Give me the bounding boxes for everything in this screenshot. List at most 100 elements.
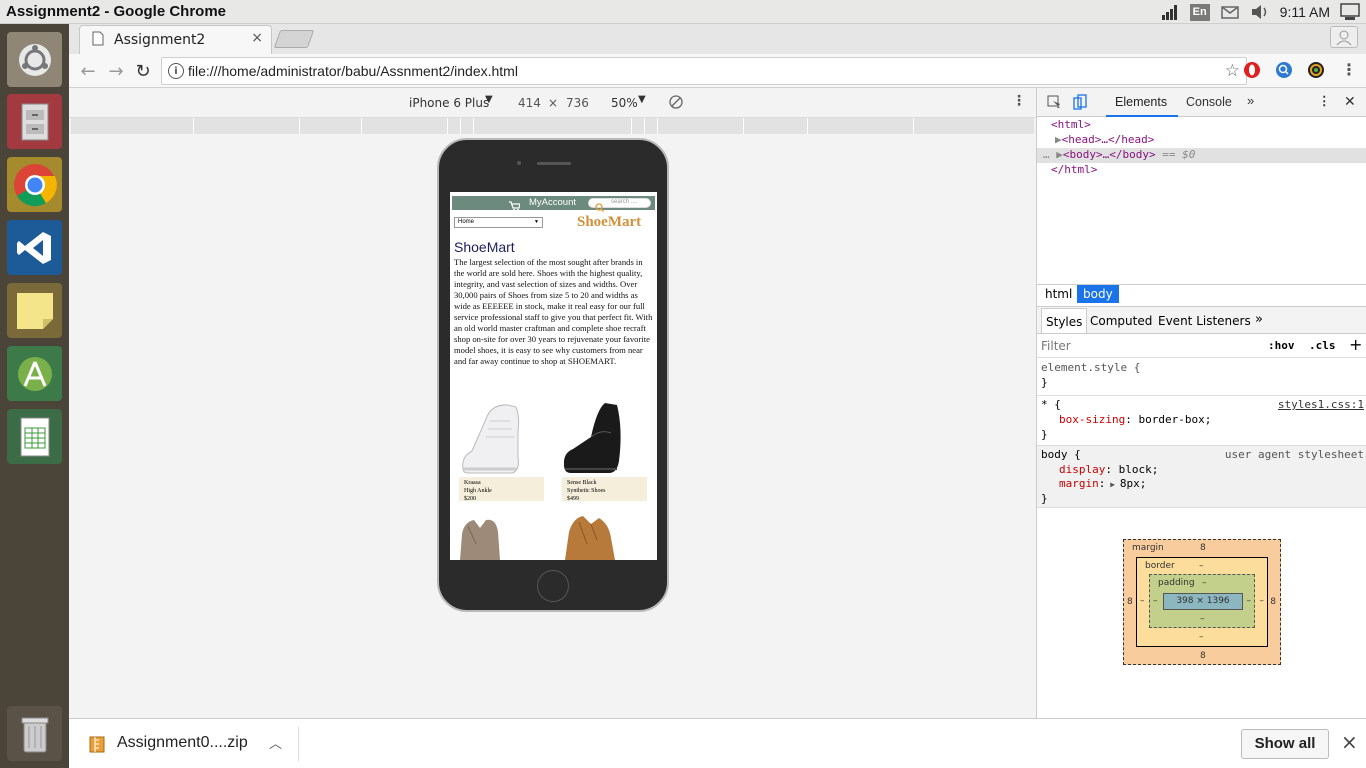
more-tabs-icon[interactable]: » [1247, 93, 1254, 108]
device-dropdown-icon[interactable]: ▼ [485, 94, 493, 105]
url-text[interactable]: file:///home/administrator/babu/Assnment… [188, 63, 518, 79]
expand-icon[interactable]: ▶ [1105, 480, 1119, 489]
border-left-value[interactable]: – [1140, 596, 1145, 606]
padding-box: padding – – – – 398 × 1396 [1149, 574, 1255, 628]
padding-right-value[interactable]: – [1247, 596, 1252, 606]
site-nav-select-value: Home [458, 219, 475, 225]
product-card-sense-black[interactable]: Sense Black Synthetic Shoes $499 [561, 399, 648, 502]
rule-universal[interactable]: * { styles1.css:1 box-sizing: border-box… [1037, 396, 1366, 446]
breadcrumb-html[interactable]: html [1045, 287, 1072, 301]
show-all-button[interactable]: Show all [1241, 729, 1329, 759]
opera-extension-icon[interactable] [1243, 61, 1261, 83]
device-more-icon[interactable]: ⋮ [1012, 93, 1026, 109]
site-brand[interactable]: ShoeMart [577, 214, 641, 231]
inspect-element-icon[interactable] [1047, 95, 1061, 112]
padding-bottom-value[interactable]: – [1200, 614, 1205, 624]
new-rule-icon[interactable]: + [1349, 335, 1362, 354]
tab-elements[interactable]: Elements [1115, 95, 1167, 109]
devtools-close-icon[interactable]: ✕ [1344, 93, 1356, 110]
rotate-icon[interactable] [669, 95, 683, 112]
tab-console[interactable]: Console [1186, 95, 1232, 109]
product-info: Kraasa High Ankle $200 [459, 477, 544, 502]
downloads-close-icon[interactable]: × [1341, 730, 1358, 754]
chrome-menu-icon[interactable]: ⋮ [1341, 60, 1357, 79]
reload-icon[interactable]: ↻ [132, 60, 154, 82]
chrome-icon[interactable] [7, 157, 62, 212]
ubuntu-icon[interactable] [7, 32, 62, 87]
rule-close: } [1041, 376, 1048, 389]
download-filename[interactable]: Assignment0....zip [117, 734, 248, 752]
spreadsheet-icon[interactable] [7, 409, 62, 464]
network-icon[interactable] [1160, 4, 1180, 20]
search-extension-icon[interactable] [1275, 61, 1293, 83]
profile-icon[interactable] [1330, 26, 1358, 48]
tab-styles[interactable]: Styles [1041, 308, 1088, 333]
device-select[interactable]: iPhone 6 Plus [409, 96, 489, 110]
back-icon[interactable]: ← [77, 60, 99, 82]
styles-filter-input[interactable]: Filter [1041, 339, 1071, 353]
rule-declaration[interactable]: box-sizing: border-box; [1059, 413, 1211, 426]
breadcrumb-body[interactable]: body [1077, 285, 1119, 303]
tab-assignment2[interactable]: Assignment2 × [79, 25, 272, 54]
margin-top-value[interactable]: 8 [1200, 543, 1206, 553]
new-tab-button[interactable] [273, 30, 315, 48]
dom-head-node[interactable]: ▶<head>…</head> [1055, 133, 1154, 148]
black-shoe-image [561, 399, 648, 479]
my-account-link[interactable]: MyAccount [529, 197, 576, 208]
color-picker-extension-icon[interactable] [1307, 61, 1325, 83]
tab-strip: Assignment2 × [69, 24, 1366, 54]
product-image-boots-taupe[interactable] [458, 514, 545, 560]
tab-computed[interactable]: Computed [1090, 314, 1152, 328]
margin-left-value[interactable]: 8 [1127, 597, 1133, 607]
system-menu-icon[interactable] [1340, 3, 1360, 20]
files-icon[interactable] [7, 94, 62, 149]
product-card-kraasa[interactable]: Kraasa High Ankle $200 [458, 399, 545, 502]
site-nav-select[interactable]: Home ▼ [454, 217, 543, 228]
android-studio-icon[interactable] [7, 346, 62, 401]
trash-icon[interactable] [7, 706, 62, 761]
viewport-height[interactable]: 736 [566, 96, 589, 110]
zoom-select[interactable]: 50% [611, 96, 638, 110]
border-right-value[interactable]: – [1260, 596, 1265, 606]
viewport-width[interactable]: 414 [518, 96, 541, 110]
sticky-notes-icon[interactable] [7, 283, 62, 338]
css-property: margin [1059, 477, 1099, 490]
border-top-value[interactable]: – [1199, 561, 1204, 571]
mail-icon[interactable] [1220, 4, 1240, 20]
cls-toggle[interactable]: .cls [1309, 339, 1336, 352]
device-toolbar-icon[interactable] [1073, 94, 1087, 113]
dom-body-node[interactable]: … ▶<body>…</body> == $0 [1037, 148, 1366, 163]
margin-right-value[interactable]: 8 [1270, 597, 1276, 607]
rule-source-link[interactable]: styles1.css:1 [1278, 398, 1364, 411]
dom-html-open[interactable]: <html> [1051, 118, 1091, 133]
hov-toggle[interactable]: :hov [1268, 339, 1295, 352]
rule-close: } [1041, 492, 1048, 505]
rule-element-style[interactable]: element.style { } [1037, 358, 1366, 396]
more-subtabs-icon[interactable]: » [1255, 312, 1263, 327]
site-search-input[interactable]: search .... [588, 198, 651, 212]
rule-source: user agent stylesheet [1224, 448, 1364, 461]
vscode-icon[interactable] [7, 220, 62, 275]
dom-html-close[interactable]: </html> [1051, 163, 1097, 178]
download-menu-chevron-icon[interactable]: ︿ [269, 733, 282, 752]
volume-icon[interactable] [1250, 4, 1270, 20]
tab-event-listeners[interactable]: Event Listeners [1158, 314, 1251, 328]
padding-left-value[interactable]: – [1153, 596, 1158, 606]
border-bottom-value[interactable]: – [1199, 632, 1204, 642]
site-search-placeholder: search .... [611, 199, 638, 205]
tab-close-icon[interactable]: × [251, 30, 263, 46]
address-bar[interactable]: i file:///home/administrator/babu/Assnme… [161, 57, 1247, 85]
clock[interactable]: 9:11 AM [1280, 4, 1330, 20]
forward-icon[interactable]: → [105, 60, 127, 82]
product-image-boots-tan[interactable] [561, 514, 648, 560]
cart-icon[interactable] [509, 198, 521, 216]
margin-bottom-value[interactable]: 8 [1200, 651, 1206, 661]
zoom-dropdown-icon[interactable]: ▼ [638, 94, 646, 105]
content-box[interactable]: 398 × 1396 [1163, 593, 1243, 610]
padding-top-value[interactable]: – [1202, 578, 1207, 588]
rule-body[interactable]: body { user agent stylesheet display: bl… [1037, 446, 1366, 508]
bookmark-star-icon[interactable]: ☆ [1225, 61, 1240, 81]
devtools-menu-icon[interactable]: ⋮ [1318, 93, 1331, 108]
info-icon[interactable]: i [168, 63, 184, 79]
keyboard-layout-indicator[interactable]: En [1189, 3, 1210, 21]
